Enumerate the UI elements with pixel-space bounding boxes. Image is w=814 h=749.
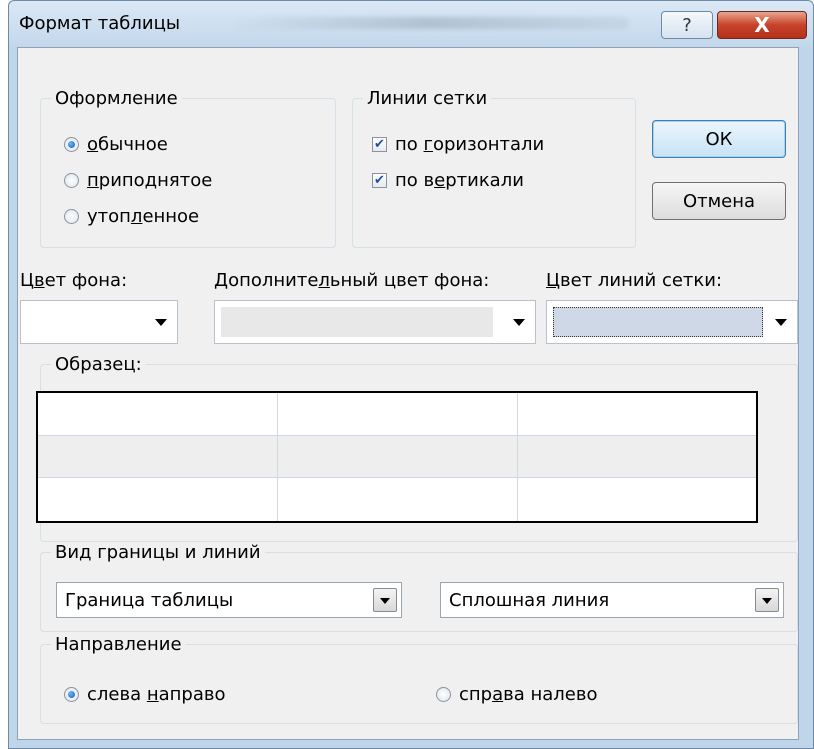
ok-button[interactable]: ОК (652, 120, 786, 158)
alt-background-color-label: Дополнительный цвет фона: (214, 270, 490, 291)
alt-background-swatch (221, 307, 493, 337)
checkmark-icon[interactable]: ✔ (372, 137, 387, 152)
design-option-normal[interactable]: обычное (64, 134, 168, 155)
chevron-down-icon[interactable] (513, 319, 525, 326)
dropdown-arrow-icon[interactable] (755, 588, 779, 612)
option-label: слева направо (87, 684, 226, 705)
gridlines-vertical-checkbox[interactable]: ✔ по вертикали (372, 170, 524, 191)
title-blur-overlay (229, 17, 629, 29)
close-icon: X (754, 13, 770, 37)
checkmark-icon[interactable]: ✔ (372, 173, 387, 188)
radio-icon[interactable] (436, 687, 451, 702)
sample-cell (38, 435, 278, 479)
option-label: приподнятое (87, 170, 213, 191)
option-label: утопленное (87, 206, 200, 227)
gridlines-horizontal-checkbox[interactable]: ✔ по горизонтали (372, 134, 544, 155)
gridline-color-swatch (553, 307, 763, 337)
direction-group-legend: Направление (55, 634, 182, 655)
alt-background-color-combo[interactable] (214, 300, 536, 344)
chevron-down-icon[interactable] (155, 319, 167, 326)
help-icon: ? (682, 14, 692, 36)
radio-icon[interactable] (64, 173, 79, 188)
gridline-color-combo[interactable] (546, 300, 798, 344)
line-style-value: Сплошная линия (449, 589, 610, 611)
design-group-legend: Оформление (55, 88, 178, 109)
checkbox-label: по вертикали (395, 170, 524, 191)
background-color-label: Цвет фона: (20, 270, 128, 291)
dropdown-arrow-icon[interactable] (373, 588, 397, 612)
checkbox-label: по горизонтали (395, 134, 545, 155)
direction-group: Направление (40, 634, 798, 724)
line-style-select[interactable]: Сплошная линия (440, 582, 784, 618)
option-label: справа налево (459, 684, 598, 705)
dialog-title: Формат таблицы (19, 13, 181, 34)
background-color-combo[interactable] (20, 300, 178, 344)
help-button[interactable]: ? (661, 11, 713, 39)
sample-cell (278, 478, 518, 521)
sample-cell (278, 393, 518, 436)
sample-cell (38, 393, 278, 436)
sample-table-preview (36, 391, 758, 523)
gridline-color-label: Цвет линий сетки: (546, 270, 723, 291)
direction-right-to-left[interactable]: справа налево (436, 684, 597, 705)
design-option-sunken[interactable]: утопленное (64, 206, 199, 227)
dialog-body: Оформление обычное приподнятое утопленно… (17, 47, 799, 740)
sample-cell (518, 478, 756, 521)
sample-cell (518, 435, 756, 479)
sample-cell (38, 478, 278, 521)
title-bar[interactable]: Формат таблицы ? X (9, 1, 813, 47)
chevron-down-icon[interactable] (775, 319, 787, 326)
cancel-button[interactable]: Отмена (652, 182, 786, 220)
close-button[interactable]: X (717, 11, 807, 39)
radio-icon[interactable] (64, 687, 79, 702)
border-group-legend: Вид границы и линий (55, 542, 261, 563)
design-option-raised[interactable]: приподнятое (64, 170, 212, 191)
gridlines-group-legend: Линии сетки (367, 88, 488, 109)
sample-cell (278, 435, 518, 479)
direction-left-to-right[interactable]: слева направо (64, 684, 226, 705)
border-type-select[interactable]: Граница таблицы (56, 582, 402, 618)
sample-cell (518, 393, 756, 436)
radio-icon[interactable] (64, 137, 79, 152)
border-type-value: Граница таблицы (65, 589, 234, 611)
sample-group-legend: Образец: (55, 354, 142, 375)
gridlines-group: Линии сетки (352, 88, 636, 248)
radio-icon[interactable] (64, 209, 79, 224)
dialog-window: Формат таблицы ? X Оформление обычное пр… (8, 0, 814, 749)
option-label: обычное (87, 134, 168, 155)
